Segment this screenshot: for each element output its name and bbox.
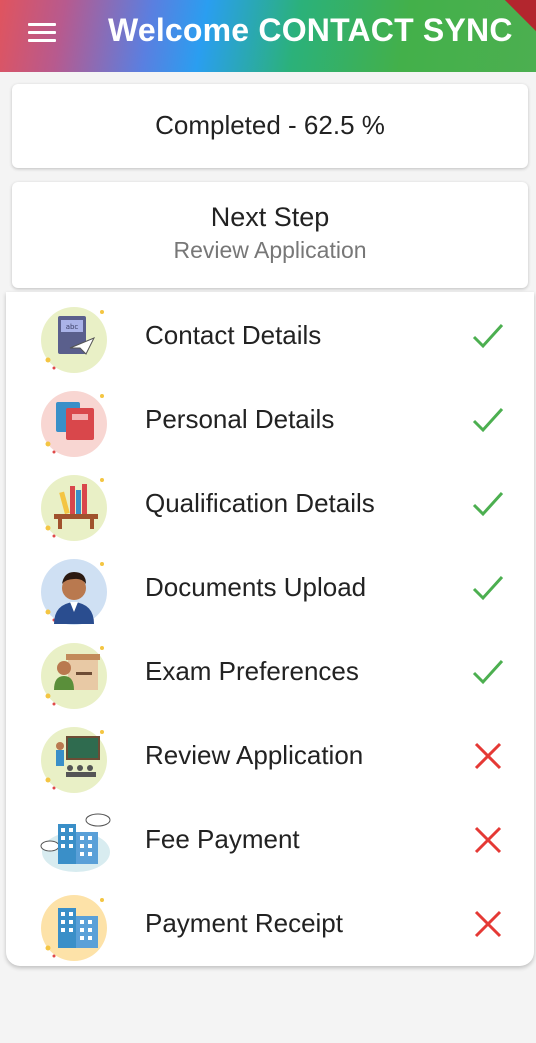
step-item-documents-upload[interactable]: Documents Upload	[6, 546, 534, 630]
step-item-fee-payment[interactable]: Fee Payment	[6, 798, 534, 882]
step-label: Fee Payment	[145, 824, 300, 854]
check-icon	[470, 570, 506, 606]
teacher-desk-icon	[40, 638, 112, 710]
building-icon	[40, 890, 112, 962]
svg-text:abc: abc	[66, 323, 79, 331]
close-icon	[470, 738, 506, 774]
page-title: Welcome CONTACT SYNC	[108, 12, 513, 48]
book-icon: abc	[40, 302, 112, 374]
app-bar: Welcome CONTACT SYNC	[0, 0, 536, 72]
step-item-personal-details[interactable]: Personal Details	[6, 378, 534, 462]
next-step-subtitle: Review Application	[173, 237, 367, 263]
check-icon	[470, 654, 506, 690]
step-label: Contact Details	[145, 320, 322, 350]
close-icon	[470, 822, 506, 858]
step-item-qualification-details[interactable]: Qualification Details	[6, 462, 534, 546]
person-icon	[40, 554, 112, 626]
check-icon	[470, 402, 506, 438]
bookshelf-icon	[40, 470, 112, 542]
close-icon	[470, 906, 506, 942]
step-label: Qualification Details	[145, 488, 375, 518]
step-item-review-application[interactable]: Review Application	[6, 714, 534, 798]
steps-list: abc Contact Details Personal Details Qua…	[6, 292, 534, 966]
step-label: Review Application	[145, 740, 364, 770]
progress-card: Completed - 62.5 %	[12, 84, 528, 168]
check-icon	[470, 486, 506, 522]
step-item-payment-receipt[interactable]: Payment Receipt	[6, 882, 534, 966]
next-step-card[interactable]: Next Step Review Application	[12, 182, 528, 288]
step-label: Documents Upload	[145, 572, 367, 602]
building-cloud-icon	[40, 806, 112, 878]
menu-icon[interactable]	[28, 21, 56, 43]
classroom-icon	[40, 722, 112, 794]
books-icon	[40, 386, 112, 458]
progress-text: Completed - 62.5 %	[155, 110, 385, 140]
step-label: Exam Preferences	[145, 656, 359, 686]
check-icon	[470, 318, 506, 354]
step-item-contact-details[interactable]: abc Contact Details	[6, 294, 534, 378]
step-item-exam-preferences[interactable]: Exam Preferences	[6, 630, 534, 714]
step-label: Personal Details	[145, 404, 335, 434]
step-label: Payment Receipt	[145, 908, 343, 938]
next-step-title: Next Step	[210, 202, 330, 232]
